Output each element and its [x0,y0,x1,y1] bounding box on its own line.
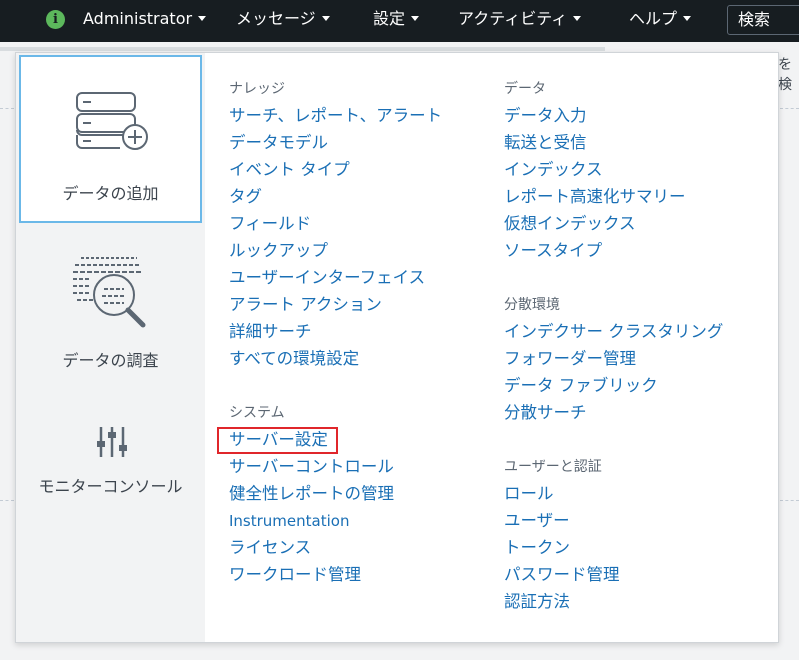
settings-menu-label: 設定 [373,9,406,28]
messages-menu-label: メッセージ [236,9,316,28]
distributed-environment-heading: 分散環境 [504,297,560,313]
monitoring-console-tile[interactable]: モニターコンソール [19,413,202,533]
data-models-link[interactable]: データモデル [229,134,442,161]
sliders-icon [97,427,127,457]
tags-link[interactable]: タグ [229,188,442,215]
password-management-link[interactable]: パスワード管理 [504,566,723,593]
user-interface-link[interactable]: ユーザーインターフェイス [229,269,442,296]
users-authentication-heading: ユーザーと認証 [504,459,602,475]
indexes-link[interactable]: インデックス [504,161,723,188]
background-dashed-line [780,500,799,501]
background-text: を検 [778,57,792,93]
info-icon: i [46,10,65,29]
tokens-link[interactable]: トークン [504,539,723,566]
activity-menu-label: アクティビティ [458,9,568,28]
help-menu[interactable]: ヘルプ [629,0,692,42]
background-page-divider [0,47,605,51]
chevron-down-icon [411,16,420,21]
user-menu[interactable]: Administrator [83,0,207,42]
background-dashed-line [0,500,14,501]
data-inputs-link[interactable]: データ入力 [504,107,723,134]
fields-link[interactable]: フィールド [229,215,442,242]
help-menu-label: ヘルプ [629,9,678,28]
activity-menu[interactable]: アクティビティ [458,0,582,42]
roles-link[interactable]: ロール [504,485,723,512]
chevron-down-icon [198,16,207,21]
explore-data-label: データの調査 [62,351,159,370]
right-settings-column: データ データ入力 転送と受信 インデックス レポート高速化サマリー 仮想インデ… [504,80,723,620]
server-controls-link[interactable]: サーバーコントロール [229,458,442,485]
virtual-indexes-link[interactable]: 仮想インデックス [504,215,723,242]
data-heading: データ [504,81,546,97]
messages-menu[interactable]: メッセージ [236,0,330,42]
all-configurations-link[interactable]: すべての環境設定 [229,350,442,377]
settings-sidebar: データの追加 データの調査 モニターコンソール [16,53,205,642]
background-dashed-line [0,108,14,109]
settings-dropdown: データの追加 データの調査 モニターコンソール ナレッジ サーチ、レポート、アラ… [15,52,779,643]
instrumentation-link[interactable]: Instrumentation [229,512,442,539]
knowledge-heading: ナレッジ [229,81,285,97]
add-data-label: データの追加 [62,184,159,203]
alert-actions-link[interactable]: アラート アクション [229,296,442,323]
data-explore-magnifier-icon [73,257,146,328]
top-navigation-bar: i Administrator メッセージ 設定 アクティビティ ヘルプ 検索 [0,0,799,42]
chevron-down-icon [683,16,692,21]
distributed-search-link[interactable]: 分散サーチ [504,404,723,431]
search-input[interactable]: 検索 [727,5,799,35]
left-settings-column: ナレッジ サーチ、レポート、アラート データモデル イベント タイプ タグ フィ… [217,80,442,593]
settings-menu[interactable]: 設定 [373,0,420,42]
database-add-icon [76,92,148,150]
searches-reports-alerts-link[interactable]: サーチ、レポート、アラート [229,107,442,134]
indexer-clustering-link[interactable]: インデクサー クラスタリング [504,323,723,350]
server-settings-link[interactable]: サーバー設定 [217,427,338,454]
users-link[interactable]: ユーザー [504,512,723,539]
add-data-tile[interactable]: データの追加 [19,55,202,223]
explore-data-tile[interactable]: データの調査 [19,238,202,388]
workload-management-link[interactable]: ワークロード管理 [229,566,442,593]
monitoring-console-label: モニターコンソール [38,477,183,496]
health-report-manager-link[interactable]: 健全性レポートの管理 [229,485,442,512]
user-menu-label: Administrator [83,9,193,28]
background-dashed-line [780,108,799,109]
report-acceleration-summaries-link[interactable]: レポート高速化サマリー [504,188,723,215]
source-types-link[interactable]: ソースタイプ [504,242,723,269]
data-fabric-link[interactable]: データ ファブリック [504,377,723,404]
lookups-link[interactable]: ルックアップ [229,242,442,269]
licensing-link[interactable]: ライセンス [229,539,442,566]
authentication-methods-link[interactable]: 認証方法 [504,593,723,620]
forwarding-receiving-link[interactable]: 転送と受信 [504,134,723,161]
event-types-link[interactable]: イベント タイプ [229,161,442,188]
chevron-down-icon [573,16,582,21]
chevron-down-icon [321,16,330,21]
advanced-search-link[interactable]: 詳細サーチ [229,323,442,350]
forwarder-management-link[interactable]: フォワーダー管理 [504,350,723,377]
